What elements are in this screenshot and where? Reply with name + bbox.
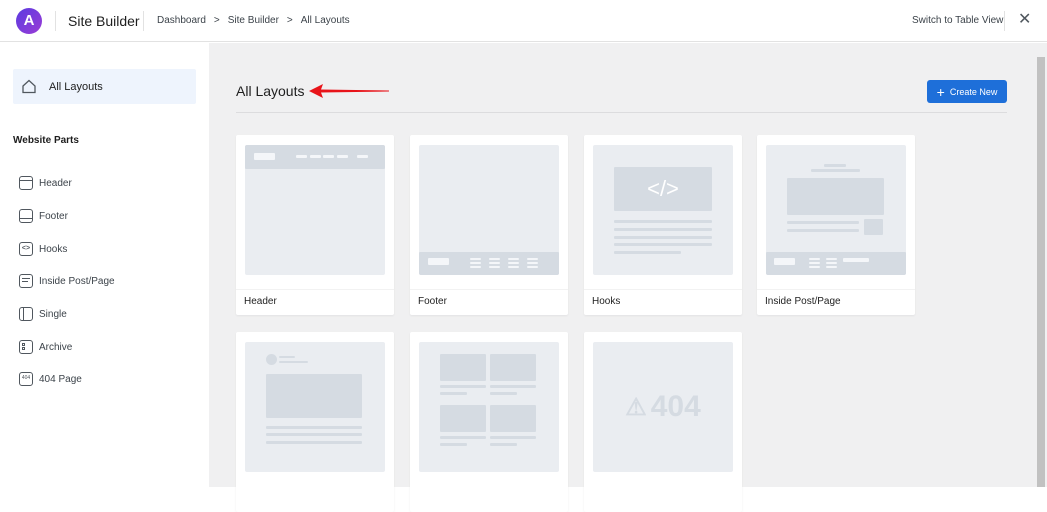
code-icon: </> bbox=[614, 167, 712, 211]
layout-card-hooks[interactable]: </> Hooks bbox=[584, 135, 742, 315]
sidebar-item-label: 404 Page bbox=[39, 373, 82, 385]
sidebar-item-single[interactable]: Single bbox=[19, 307, 67, 321]
404-thumbnail: ⚠ 404 bbox=[593, 342, 733, 472]
code-icon: <> bbox=[19, 242, 33, 256]
red-arrow-annotation bbox=[309, 84, 389, 98]
single-thumbnail bbox=[245, 342, 385, 472]
card-label: Hooks bbox=[584, 289, 742, 315]
plus-icon: + bbox=[936, 83, 945, 100]
divider bbox=[236, 112, 1007, 113]
breadcrumb-all-layouts: All Layouts bbox=[300, 15, 350, 26]
card-label: Inside Post/Page bbox=[757, 289, 915, 315]
divider bbox=[55, 11, 56, 31]
sidebar-item-label: Archive bbox=[39, 341, 73, 353]
sidebar-item-label: Footer bbox=[39, 210, 68, 222]
sidebar-item-404[interactable]: 404 404 Page bbox=[19, 372, 82, 386]
archive-thumbnail bbox=[419, 342, 559, 472]
breadcrumb-site-builder[interactable]: Site Builder bbox=[228, 15, 279, 26]
card-label: Header bbox=[236, 289, 394, 315]
header-thumbnail bbox=[245, 145, 385, 275]
create-new-label: Create New bbox=[949, 86, 998, 97]
website-parts-heading: Website Parts bbox=[13, 135, 79, 146]
close-icon[interactable]: ✕ bbox=[1018, 12, 1031, 28]
breadcrumb-separator: > bbox=[213, 15, 220, 26]
switch-to-table-view-link[interactable]: Switch to Table View bbox=[912, 15, 1003, 26]
layout-card-404[interactable]: ⚠ 404 bbox=[584, 332, 742, 512]
layout-card-archive[interactable] bbox=[410, 332, 568, 512]
breadcrumb-separator: > bbox=[286, 15, 293, 26]
warning-icon: ⚠ bbox=[625, 393, 647, 421]
create-new-button[interactable]: + Create New bbox=[927, 80, 1007, 103]
layout-card-footer[interactable]: Footer bbox=[410, 135, 568, 315]
inside-post-icon bbox=[19, 274, 33, 288]
sidebar: All Layouts Website Parts Header Footer … bbox=[0, 43, 209, 487]
page-title: All Layouts bbox=[236, 83, 305, 99]
layout-card-single[interactable] bbox=[236, 332, 394, 512]
app-title: Site Builder bbox=[68, 13, 140, 29]
sidebar-item-label: Hooks bbox=[39, 243, 68, 255]
header-icon bbox=[19, 176, 33, 190]
divider bbox=[143, 11, 144, 31]
sidebar-item-label: All Layouts bbox=[49, 80, 103, 93]
sidebar-item-label: Header bbox=[39, 177, 72, 189]
footer-thumbnail bbox=[419, 145, 559, 275]
sidebar-item-header[interactable]: Header bbox=[19, 176, 72, 190]
sidebar-item-inside-post[interactable]: Inside Post/Page bbox=[19, 274, 115, 288]
home-icon bbox=[22, 79, 36, 94]
404-text: 404 bbox=[650, 390, 701, 423]
sidebar-item-label: Inside Post/Page bbox=[39, 275, 115, 287]
archive-icon bbox=[19, 340, 33, 354]
hooks-thumbnail: </> bbox=[593, 145, 733, 275]
inside-post-thumbnail bbox=[766, 145, 906, 275]
sidebar-item-footer[interactable]: Footer bbox=[19, 209, 68, 223]
footer-icon bbox=[19, 209, 33, 223]
single-icon bbox=[19, 307, 33, 321]
top-bar: A Site Builder Dashboard > Site Builder … bbox=[0, 0, 1047, 42]
sidebar-item-hooks[interactable]: <> Hooks bbox=[19, 242, 67, 256]
divider bbox=[1004, 11, 1005, 31]
layout-card-inside-post[interactable]: Inside Post/Page bbox=[757, 135, 915, 315]
breadcrumb: Dashboard > Site Builder > All Layouts bbox=[157, 15, 350, 26]
main-content: All Layouts + Create New Header Footer </… bbox=[209, 43, 1035, 512]
sidebar-item-archive[interactable]: Archive bbox=[19, 340, 72, 354]
sidebar-item-label: Single bbox=[39, 308, 67, 320]
404-icon: 404 bbox=[19, 372, 33, 386]
card-label: Footer bbox=[410, 289, 568, 315]
layout-card-header[interactable]: Header bbox=[236, 135, 394, 315]
scrollbar-thumb[interactable] bbox=[1037, 57, 1045, 487]
scrollbar[interactable] bbox=[1035, 43, 1047, 487]
breadcrumb-dashboard[interactable]: Dashboard bbox=[157, 15, 206, 26]
sidebar-item-all-layouts[interactable]: All Layouts bbox=[13, 69, 196, 104]
astra-logo[interactable]: A bbox=[16, 8, 42, 34]
